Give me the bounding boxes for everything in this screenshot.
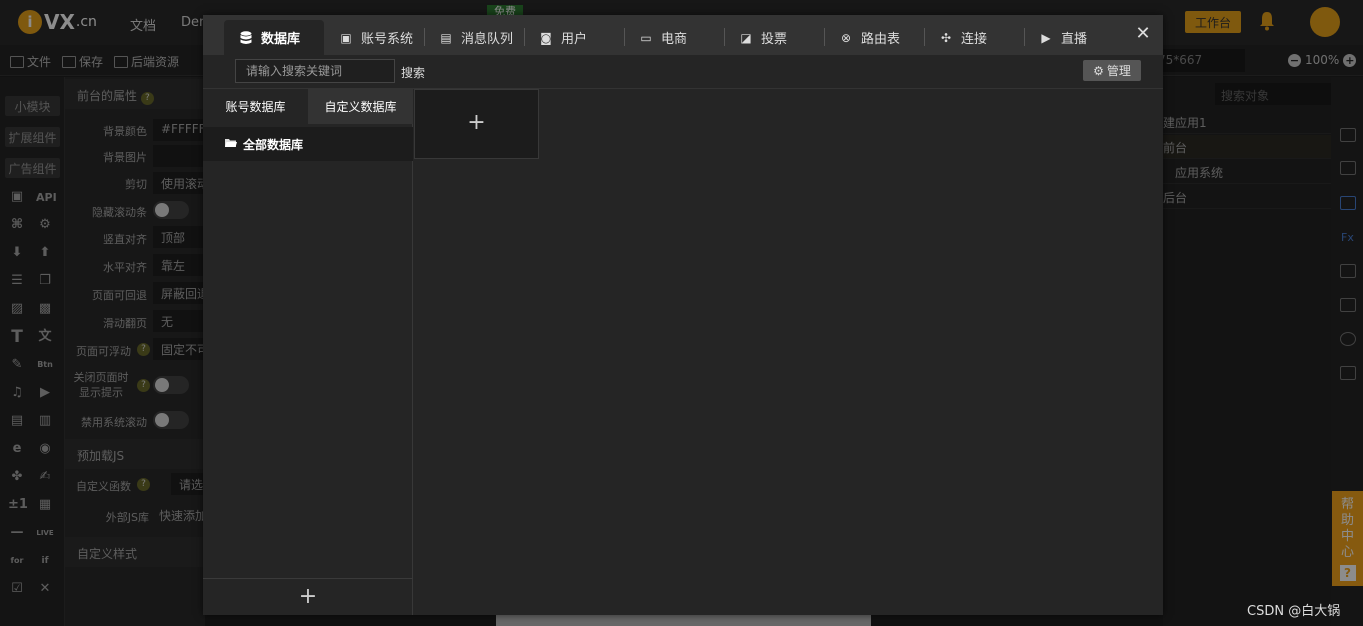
route-icon: ⊗ (840, 30, 852, 45)
tab-label: 账号系统 (361, 32, 414, 47)
ecommerce-icon: ▭ (640, 30, 652, 45)
add-database-button[interactable]: + (203, 578, 413, 615)
modal-tabbar: 数据库 ▣ 账号系统 ▤ 消息队列 ◙ 用户 ▭ 电商 ◪ 投票 ⊗ 路由表 ✣… (203, 15, 1163, 55)
add-table-card[interactable]: + (414, 89, 539, 159)
tab-label: 电商 (661, 32, 688, 47)
all-databases-item[interactable]: 全部数据库 (203, 127, 413, 161)
tab-database[interactable]: 数据库 (224, 20, 324, 55)
gear-icon: ⚙ (1093, 63, 1104, 78)
manage-label: 管理 (1106, 64, 1131, 78)
tab-label: 连接 (961, 32, 988, 47)
database-sidebar: 账号数据库 自定义数据库 全部数据库 + (203, 89, 413, 615)
tab-label: 路由表 (861, 32, 901, 47)
search-button[interactable]: 搜索 (401, 64, 425, 81)
tab-ecommerce[interactable]: ▭ 电商 (624, 20, 724, 55)
tab-custom-database[interactable]: 自定义数据库 (308, 89, 413, 124)
user-icon: ◙ (540, 30, 552, 45)
tab-label: 用户 (561, 32, 588, 47)
resource-modal: 数据库 ▣ 账号系统 ▤ 消息队列 ◙ 用户 ▭ 电商 ◪ 投票 ⊗ 路由表 ✣… (203, 15, 1163, 615)
tab-vote[interactable]: ◪ 投票 (724, 20, 824, 55)
database-icon (238, 30, 254, 45)
message-queue-icon: ▤ (440, 30, 452, 45)
tab-message-queue[interactable]: ▤ 消息队列 (424, 20, 524, 55)
tab-user[interactable]: ◙ 用户 (524, 20, 624, 55)
all-db-label: 全部数据库 (243, 137, 304, 152)
keyword-search-input[interactable] (235, 59, 395, 83)
folder-open-icon (225, 137, 237, 151)
tab-label: 直播 (1061, 32, 1088, 47)
tab-label: 投票 (761, 32, 788, 47)
connect-icon: ✣ (940, 30, 952, 45)
live-icon: ▶ (1041, 30, 1051, 45)
vote-icon: ◪ (740, 30, 752, 45)
tab-route-table[interactable]: ⊗ 路由表 (824, 20, 924, 55)
tab-account-database[interactable]: 账号数据库 (203, 89, 308, 124)
tab-live[interactable]: ▶ 直播 (1024, 20, 1124, 55)
tab-account-system[interactable]: ▣ 账号系统 (324, 20, 424, 55)
modal-search-row: 搜索 ⚙ 管理 (203, 55, 1163, 89)
tab-connect[interactable]: ✣ 连接 (924, 20, 1024, 55)
manage-button[interactable]: ⚙ 管理 (1083, 60, 1141, 81)
tab-label: 消息队列 (461, 32, 514, 47)
watermark: CSDN @白大锅 (1247, 604, 1341, 619)
account-icon: ▣ (340, 30, 352, 45)
close-icon[interactable]: ✕ (1134, 25, 1152, 43)
tab-label: 数据库 (261, 32, 301, 47)
